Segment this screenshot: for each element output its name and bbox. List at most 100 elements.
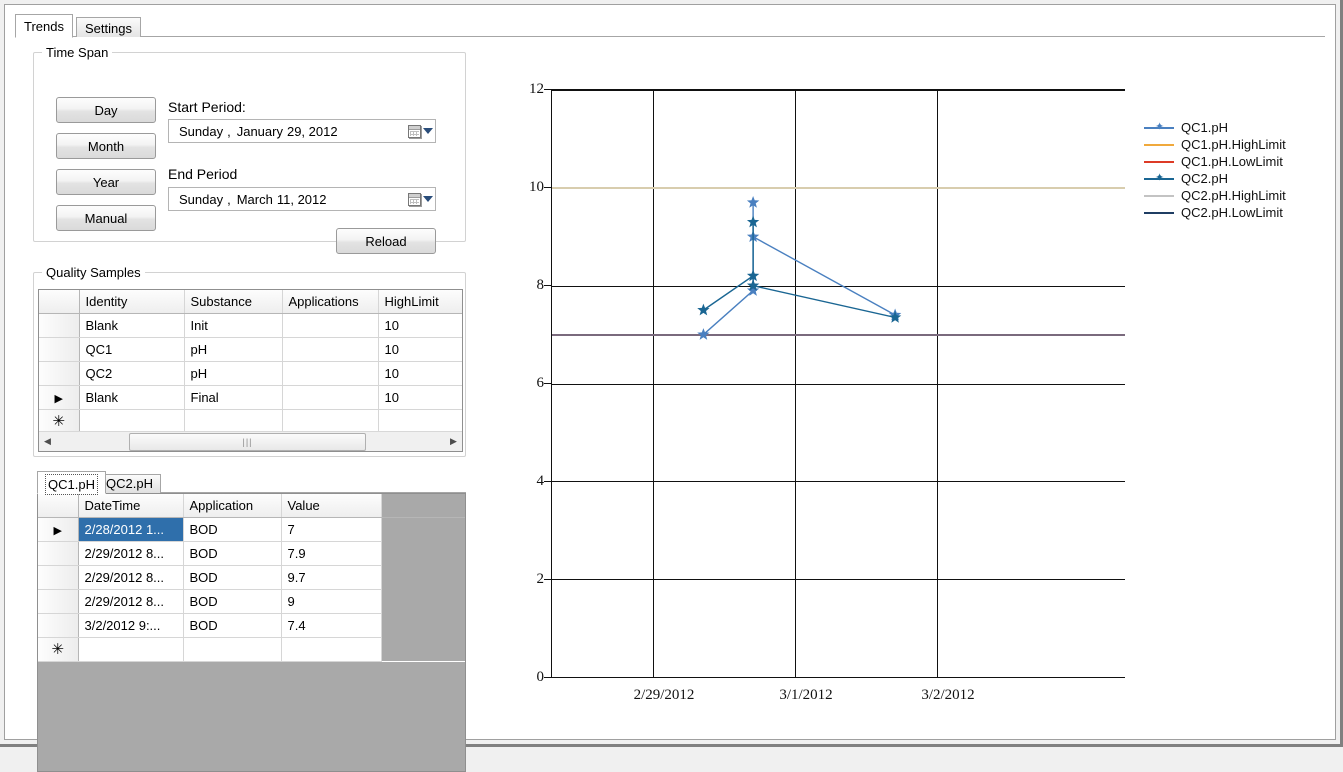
table-row[interactable]: 2/29/2012 8... BOD 7.9	[38, 541, 465, 566]
legend-item[interactable]: QC1.pH.HighLimit	[1144, 136, 1286, 153]
row-selector[interactable]	[38, 589, 79, 614]
row-selector[interactable]	[39, 313, 80, 338]
scroll-right-icon[interactable]: ▶	[445, 433, 462, 451]
legend-item[interactable]: QC2.pH.HighLimit	[1144, 187, 1286, 204]
new-row-selector[interactable]: ✳	[38, 637, 79, 662]
cell-application[interactable]: BOD	[183, 541, 282, 566]
tab-settings[interactable]: Settings	[76, 17, 141, 37]
cell-applications[interactable]	[282, 337, 379, 362]
cell-applications[interactable]	[282, 385, 379, 410]
table-row[interactable]: QC1 pH 10	[39, 337, 462, 362]
month-button[interactable]: Month	[56, 133, 156, 159]
cell-application[interactable]: BOD	[183, 565, 282, 590]
row-selector[interactable]	[38, 541, 79, 566]
chart-data-point-marker[interactable]	[697, 303, 710, 316]
quality-samples-grid[interactable]: Identity Substance Applications HighLimi…	[38, 289, 463, 452]
cell-datetime[interactable]: 2/29/2012 8...	[78, 565, 184, 590]
cell-highlimit[interactable]: 10	[378, 361, 462, 386]
row-selector-current[interactable]: ▶	[38, 517, 79, 542]
start-period-datepicker[interactable]: Sunday , January 29, 2012	[168, 119, 436, 143]
table-row[interactable]: 2/29/2012 8... BOD 9.7	[38, 565, 465, 590]
chart-series-line	[702, 202, 896, 336]
day-button-label: Day	[94, 102, 118, 118]
cell-application[interactable]	[183, 637, 282, 662]
scroll-track[interactable]: |||	[56, 432, 445, 451]
cell-substance[interactable]: Final	[184, 385, 283, 410]
table-new-row[interactable]: ✳	[38, 637, 465, 662]
scroll-thumb[interactable]: |||	[129, 432, 366, 451]
cell-substance[interactable]	[184, 409, 283, 434]
cell-value[interactable]: 7.9	[281, 541, 382, 566]
year-button[interactable]: Year	[56, 169, 156, 195]
cell-substance[interactable]: pH	[184, 361, 283, 386]
cell-highlimit[interactable]: 10	[378, 337, 462, 362]
cell-application[interactable]: BOD	[183, 613, 282, 638]
cell-identity[interactable]	[79, 409, 185, 434]
reload-button[interactable]: Reload	[336, 228, 436, 254]
cell-value[interactable]: 7	[281, 517, 382, 542]
column-header-highlimit[interactable]: HighLimit	[378, 290, 462, 314]
tab-qc2-ph[interactable]: QC2.pH	[98, 474, 161, 493]
cell-highlimit[interactable]: 10	[378, 313, 462, 338]
tab-trends[interactable]: Trends	[15, 14, 73, 38]
cell-highlimit[interactable]	[378, 409, 462, 434]
cell-value[interactable]: 9	[281, 589, 382, 614]
new-row-selector[interactable]: ✳	[39, 409, 80, 434]
table-row[interactable]: ▶ Blank Final 10	[39, 385, 462, 410]
cell-highlimit[interactable]: 10	[378, 385, 462, 410]
cell-datetime[interactable]: 3/2/2012 9:...	[78, 613, 184, 638]
column-header-datetime[interactable]: DateTime	[78, 494, 184, 518]
legend-item[interactable]: ✦ QC2.pH	[1144, 170, 1286, 187]
column-header-application[interactable]: Application	[183, 494, 282, 518]
cell-application[interactable]: BOD	[183, 589, 282, 614]
row-selector[interactable]	[39, 337, 80, 362]
cell-datetime[interactable]	[78, 637, 184, 662]
y-axis-tick-label: 6	[536, 375, 545, 391]
cell-identity[interactable]: Blank	[79, 313, 185, 338]
legend-item[interactable]: QC2.pH.LowLimit	[1144, 204, 1286, 221]
manual-button[interactable]: Manual	[56, 205, 156, 231]
end-period-dropdown-button[interactable]	[405, 188, 435, 210]
cell-value[interactable]: 9.7	[281, 565, 382, 590]
cell-substance[interactable]: pH	[184, 337, 283, 362]
quality-samples-hscrollbar[interactable]: ◀ ||| ▶	[39, 431, 462, 451]
day-button[interactable]: Day	[56, 97, 156, 123]
cell-applications[interactable]	[282, 313, 379, 338]
legend-item[interactable]: QC1.pH.LowLimit	[1144, 153, 1286, 170]
table-row[interactable]: ▶ 2/28/2012 1... BOD 7	[38, 517, 465, 542]
end-period-datepicker[interactable]: Sunday , March 11, 2012	[168, 187, 436, 211]
column-header-substance[interactable]: Substance	[184, 290, 283, 314]
x-axis-tick-label: 3/1/2012	[779, 687, 833, 703]
table-row[interactable]: Blank Init 10	[39, 313, 462, 338]
cell-datetime[interactable]: 2/28/2012 1...	[78, 517, 184, 542]
cell-value[interactable]	[281, 637, 382, 662]
legend-item[interactable]: ✦ QC1.pH	[1144, 119, 1286, 136]
row-selector-current[interactable]: ▶	[39, 385, 80, 410]
column-header-applications[interactable]: Applications	[282, 290, 379, 314]
column-header-identity[interactable]: Identity	[79, 290, 185, 314]
series-values-grid[interactable]: DateTime Application Value ▶ 2/28/2012 1…	[37, 493, 466, 772]
row-selector[interactable]	[38, 613, 79, 638]
cell-datetime[interactable]: 2/29/2012 8...	[78, 541, 184, 566]
cell-identity[interactable]: Blank	[79, 385, 185, 410]
table-row[interactable]: 2/29/2012 8... BOD 9	[38, 589, 465, 614]
table-new-row[interactable]: ✳	[39, 409, 462, 434]
scroll-left-icon[interactable]: ◀	[39, 433, 56, 451]
cell-applications[interactable]	[282, 361, 379, 386]
start-period-dropdown-button[interactable]	[405, 120, 435, 142]
cell-value[interactable]: 7.4	[281, 613, 382, 638]
y-axis-tick-label: 12	[529, 81, 544, 97]
cell-identity[interactable]: QC2	[79, 361, 185, 386]
cell-substance[interactable]: Init	[184, 313, 283, 338]
column-header-value[interactable]: Value	[281, 494, 382, 518]
row-selector[interactable]	[39, 361, 80, 386]
cell-datetime[interactable]: 2/29/2012 8...	[78, 589, 184, 614]
table-row[interactable]: 3/2/2012 9:... BOD 7.4	[38, 613, 465, 638]
cell-identity[interactable]: QC1	[79, 337, 185, 362]
tab-qc1-ph[interactable]: QC1.pH	[37, 471, 106, 495]
cell-applications[interactable]	[282, 409, 379, 434]
row-selector[interactable]	[38, 565, 79, 590]
end-day-year: 11, 2012	[276, 191, 327, 207]
table-row[interactable]: QC2 pH 10	[39, 361, 462, 386]
cell-application[interactable]: BOD	[183, 517, 282, 542]
